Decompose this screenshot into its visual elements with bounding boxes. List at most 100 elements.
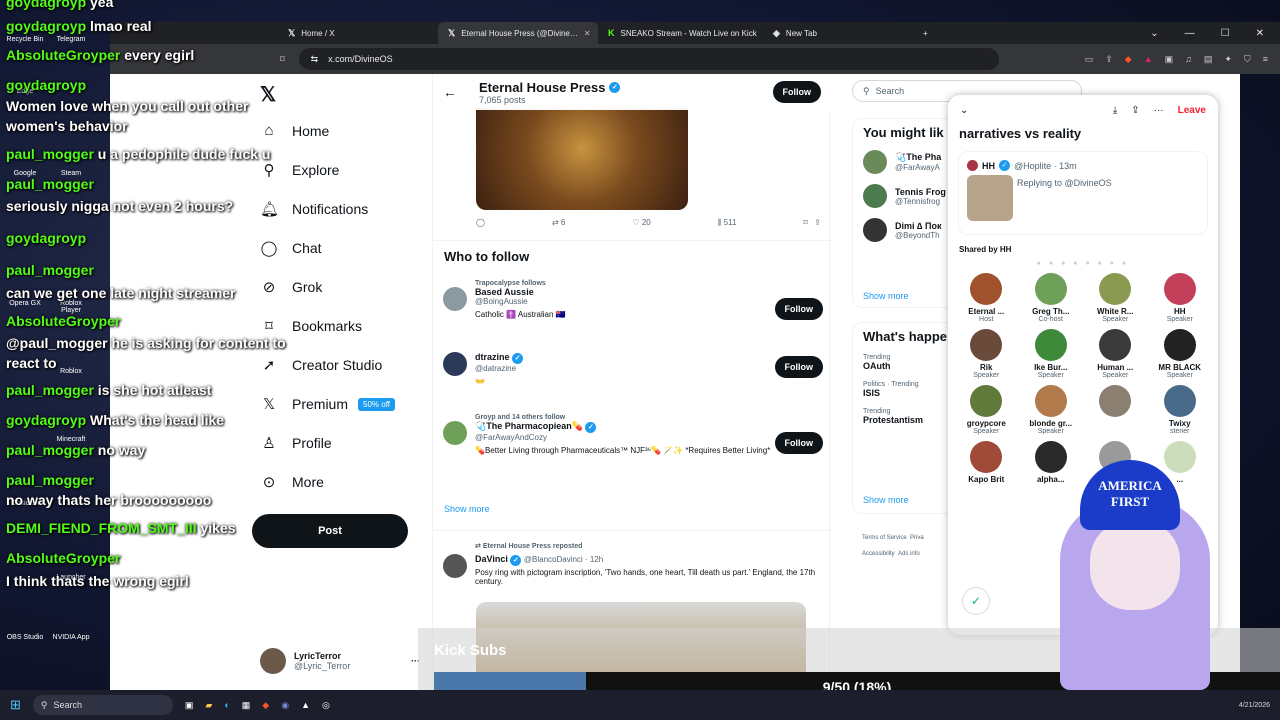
sidebar-icon[interactable]: ▣ [1165, 54, 1174, 65]
post-button[interactable]: Post [252, 514, 408, 548]
suggestion-item[interactable]: Trapocalypse follows Based Aussie @Boing… [443, 280, 823, 320]
show-more-link[interactable]: Show more [863, 291, 909, 301]
discord-icon[interactable]: ◉ [281, 700, 289, 711]
desktop-icon[interactable]: OBS Studio [4, 634, 46, 641]
nav-explore[interactable]: ⚲ Explore [260, 161, 340, 179]
task-view-icon[interactable]: ▣ [185, 700, 194, 711]
follow-button[interactable]: Follow [772, 81, 821, 103]
footer-link[interactable]: Priva [910, 535, 924, 541]
close-window-icon[interactable]: ✕ [1256, 28, 1264, 39]
speaker-tile[interactable]: groypcore Speaker [954, 385, 1019, 435]
minimize-space-icon[interactable]: ⤓ [1113, 105, 1117, 116]
minimize-icon[interactable]: — [1185, 28, 1195, 39]
desktop-icon[interactable]: Telegram [50, 36, 92, 43]
close-icon[interactable]: ✕ [584, 29, 591, 38]
tab-new-tab[interactable]: ◈ New Tab [763, 22, 913, 44]
speaker-tile[interactable]: blonde gr... Speaker [1019, 385, 1084, 435]
share-icon[interactable]: ⇪ [1131, 105, 1139, 116]
desktop-icon[interactable]: Google [4, 170, 46, 177]
store-icon[interactable]: ▦ [242, 700, 251, 711]
desktop-icon[interactable]: Edge [4, 88, 46, 95]
speaker-tile[interactable]: Ike Bur... Speaker [1019, 329, 1084, 379]
leave-button[interactable]: Leave [1178, 105, 1206, 116]
maximize-icon[interactable]: ☐ [1221, 28, 1230, 39]
speaker-tile[interactable]: Rik Speaker [954, 329, 1019, 379]
share-icon[interactable]: ⇪ [1105, 54, 1113, 65]
desktop-icon[interactable]: Minecraft [50, 436, 92, 443]
nav-premium[interactable]: 𝕏 Premium 50% off [260, 395, 395, 413]
speaker-tile[interactable]: HH Speaker [1148, 273, 1213, 323]
app-icon[interactable]: ▲ [301, 700, 310, 710]
like-button[interactable]: ♡ 20 [632, 218, 650, 228]
nav-home[interactable]: ⌂ Home [260, 122, 329, 139]
nav-notifications[interactable]: 🔔︎ Notifications [260, 200, 368, 218]
speaker-tile[interactable]: Eternal ... Host [954, 273, 1019, 323]
desktop-icon[interactable]: Opera GX [4, 300, 46, 307]
vpn-icon[interactable]: ⛉ [1244, 54, 1251, 65]
chevron-down-icon[interactable]: ⌄ [1150, 28, 1158, 39]
desktop-icon[interactable]: NVIDIA App [50, 634, 92, 641]
show-more-link[interactable]: Show more [863, 495, 909, 505]
follow-button[interactable]: Follow [774, 432, 823, 454]
obs-icon[interactable]: ◎ [322, 700, 330, 711]
pinned-post[interactable]: HH ✓ @Hoplite · 13m Replying to @DivineOS [958, 151, 1208, 235]
menu-icon[interactable]: ≡ [1263, 54, 1268, 65]
nav-bookmarks[interactable]: ⌑ Bookmarks [260, 317, 362, 335]
suggestion-item[interactable]: Groyp and 14 others follow 🩺The Pharmaco… [443, 414, 823, 455]
footer-link[interactable]: Ads info [898, 551, 920, 557]
windows-start-icon[interactable]: ⊞ [10, 697, 21, 713]
edge-icon[interactable]: ◐ [224, 700, 229, 710]
tab-sneako-stream[interactable]: K SNEAKO Stream - Watch Live on Kick [598, 22, 763, 44]
desktop-icon[interactable]: Roblox [50, 368, 92, 375]
post-image[interactable] [476, 108, 688, 210]
bookmark-post-icon[interactable]: ⌑ ⇪ [803, 218, 820, 228]
back-arrow-icon[interactable]: ← [443, 84, 457, 100]
nav-more[interactable]: ⊙ More [260, 473, 324, 491]
suggestion-item[interactable]: dtrazine ✓ @datrazine 👐 Follow [443, 352, 823, 386]
music-icon[interactable]: ♫ [1185, 54, 1192, 65]
reposted-tweet[interactable]: ⇄ Eternal House Press reposted DaVinci ✓… [443, 542, 823, 586]
speaker-tile[interactable]: Human ... Speaker [1083, 329, 1148, 379]
speaker-tile[interactable]: Twixy stener [1148, 385, 1213, 435]
follow-button[interactable]: Follow [774, 356, 823, 378]
nav-profile[interactable]: ♙ Profile [260, 434, 331, 452]
brave-icon[interactable]: ◆ [262, 700, 269, 711]
footer-link[interactable]: Terms of Service [862, 535, 907, 541]
speaker-tile[interactable]: Kapo Brit [954, 441, 1019, 484]
speaker-tile[interactable] [1083, 385, 1148, 435]
file-explorer-icon[interactable]: ▰ [205, 700, 212, 711]
show-more-link[interactable]: Show more [444, 504, 490, 514]
reply-icon[interactable]: ◯ [476, 218, 485, 228]
more-icon[interactable]: ··· [1154, 105, 1164, 116]
new-tab-button[interactable]: + [913, 22, 938, 44]
mic-button[interactable]: ✓ [962, 587, 990, 615]
extensions-icon[interactable]: ✦ [1224, 54, 1232, 65]
url-field[interactable]: ⇆ x.com/DivineOS [298, 48, 999, 70]
desktop-icon[interactable]: Roblox Player [50, 300, 92, 314]
follow-button[interactable]: Follow [774, 298, 823, 320]
footer-link[interactable]: Accessibility [862, 551, 895, 557]
speaker-tile[interactable]: MR BLACK Speaker [1148, 329, 1213, 379]
account-switcher[interactable]: LyricTerror @Lyric_Terror ··· [260, 648, 420, 674]
chevron-down-icon[interactable]: ⌄ [960, 105, 968, 116]
desktop-icon[interactable]: Obsidian [4, 500, 46, 507]
tab-home-x[interactable]: 𝕏 Home / X [278, 22, 438, 44]
desktop-icon[interactable]: Launcher [50, 574, 92, 581]
wallet-icon[interactable]: ▤ [1204, 54, 1213, 65]
site-info-icon[interactable]: ⇆ [311, 54, 319, 65]
brave-shields-icon[interactable]: ◆ [1125, 54, 1132, 65]
nav-grok[interactable]: ⊘ Grok [260, 278, 323, 296]
cast-icon[interactable]: ▭ [1085, 54, 1094, 65]
speaker-tile[interactable]: White R... Speaker [1083, 273, 1148, 323]
brave-rewards-icon[interactable]: ▲ [1144, 54, 1153, 65]
bookmark-icon[interactable]: ⌑ [280, 54, 285, 65]
x-logo-icon[interactable]: 𝕏 [260, 82, 276, 107]
taskbar-search[interactable]: ⚲ Search [32, 695, 173, 715]
nav-creator-studio[interactable]: ➚ Creator Studio [260, 356, 383, 374]
views-button[interactable]: ⫼ 511 [718, 218, 737, 228]
desktop-icon[interactable]: Recycle Bin [4, 36, 46, 43]
retweet-button[interactable]: ⇄ 6 [552, 218, 565, 228]
tab-eternal-house-press[interactable]: 𝕏 Eternal House Press (@Divine… ✕ [438, 22, 598, 44]
speaker-tile[interactable]: Greg Th... Co-host [1019, 273, 1084, 323]
nav-chat[interactable]: ◯ Chat [260, 239, 322, 257]
